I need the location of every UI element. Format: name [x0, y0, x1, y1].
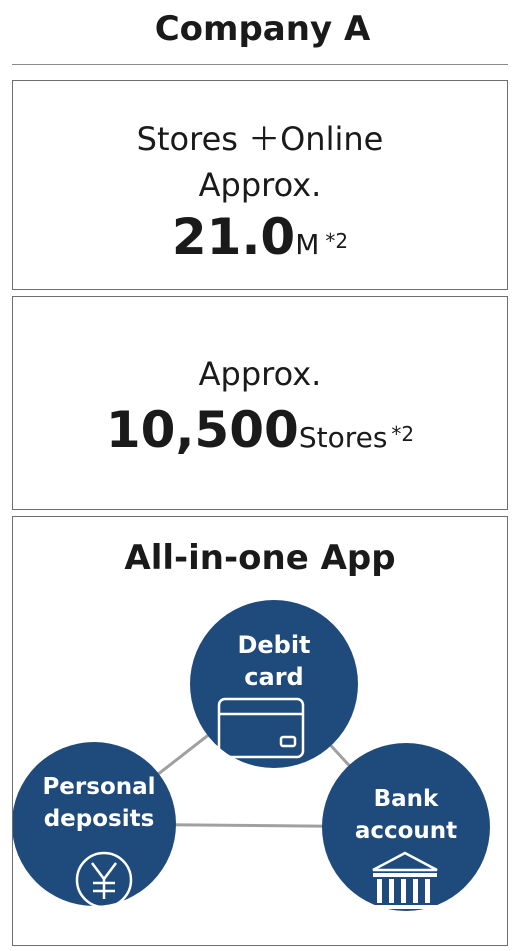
bank-account-label: Bank account [346, 783, 466, 847]
bank-label-line2: account [354, 818, 458, 844]
stores-panel: Approx. 10,500Stores *2 [12, 296, 508, 510]
members-unit: M [295, 228, 320, 261]
bank-label-line1: Bank [373, 786, 439, 812]
stores-value: 10,500 [105, 401, 299, 459]
members-value: 21.0 [171, 208, 296, 266]
stores-unit: Stores [298, 421, 388, 454]
debit-label-line2: card [244, 663, 304, 691]
debit-label-line1: Debit [237, 631, 311, 659]
members-count: 21.0M *2 [13, 207, 507, 279]
members-channel-label: Stores ＋Online [136, 120, 384, 158]
app-heading: All-in-one App [124, 538, 396, 578]
personal-label-line1: Personal [42, 774, 156, 800]
stores-count: 10,500Stores *2 [13, 399, 507, 473]
members-panel: Stores ＋Online Approx. 21.0M *2 [12, 80, 508, 290]
app-panel: All-in-one App Debit card Personal depos… [12, 516, 508, 946]
stores-footnote: *2 [391, 422, 415, 446]
personal-deposits-label: Personal deposits [39, 771, 159, 835]
page-title: Company A [154, 9, 371, 49]
debit-card-label: Debit card [224, 629, 324, 693]
title-divider [12, 64, 508, 65]
members-approx-label: Approx. [198, 166, 322, 204]
stores-approx-label: Approx. [198, 355, 322, 393]
personal-label-line2: deposits [43, 806, 155, 832]
members-footnote: *2 [325, 229, 349, 253]
